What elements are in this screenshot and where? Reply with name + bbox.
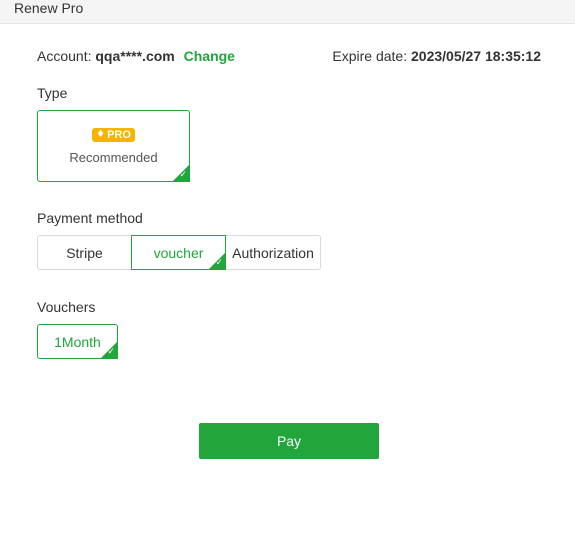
pro-badge: ♦ PRO bbox=[92, 127, 135, 142]
window-title: Renew Pro bbox=[14, 0, 84, 16]
expire-date: 2023/05/27 18:35:12 bbox=[411, 48, 541, 64]
account-user: qqa****.com bbox=[95, 48, 175, 64]
payment-option-stripe[interactable]: Stripe bbox=[37, 235, 131, 270]
voucher-option-1month[interactable]: 1Month ✓ bbox=[37, 324, 118, 359]
voucher-option-label: 1Month bbox=[54, 333, 101, 350]
type-section-label: Type bbox=[37, 85, 68, 101]
expire-info: Expire date: 2023/05/27 18:35:12 bbox=[332, 48, 541, 64]
check-icon: ✓ bbox=[215, 258, 223, 268]
type-option-pro[interactable]: ♦ PRO Recommended ✓ bbox=[37, 110, 190, 182]
change-account-link[interactable]: Change bbox=[184, 48, 235, 64]
type-option-label: Recommended bbox=[69, 149, 158, 165]
payment-option-authorization[interactable]: Authorization bbox=[226, 235, 321, 270]
check-icon: ✓ bbox=[107, 347, 115, 357]
title-bar: Renew Pro bbox=[0, 0, 575, 24]
vouchers-section-label: Vouchers bbox=[37, 299, 96, 315]
expire-label: Expire date: bbox=[332, 48, 408, 64]
payment-option-label: Authorization bbox=[232, 244, 314, 261]
payment-option-voucher[interactable]: voucher ✓ bbox=[131, 235, 226, 270]
payment-option-label: voucher bbox=[153, 244, 204, 261]
payment-option-label: Stripe bbox=[66, 244, 103, 261]
account-info: Account: qqa****.com Change bbox=[37, 48, 235, 64]
account-label: Account: bbox=[37, 48, 92, 64]
check-icon: ✓ bbox=[179, 170, 187, 180]
pro-badge-text: PRO bbox=[107, 128, 131, 141]
payment-section-label: Payment method bbox=[37, 210, 143, 226]
diamond-icon: ♦ bbox=[96, 129, 106, 140]
pay-button[interactable]: Pay bbox=[199, 423, 379, 459]
